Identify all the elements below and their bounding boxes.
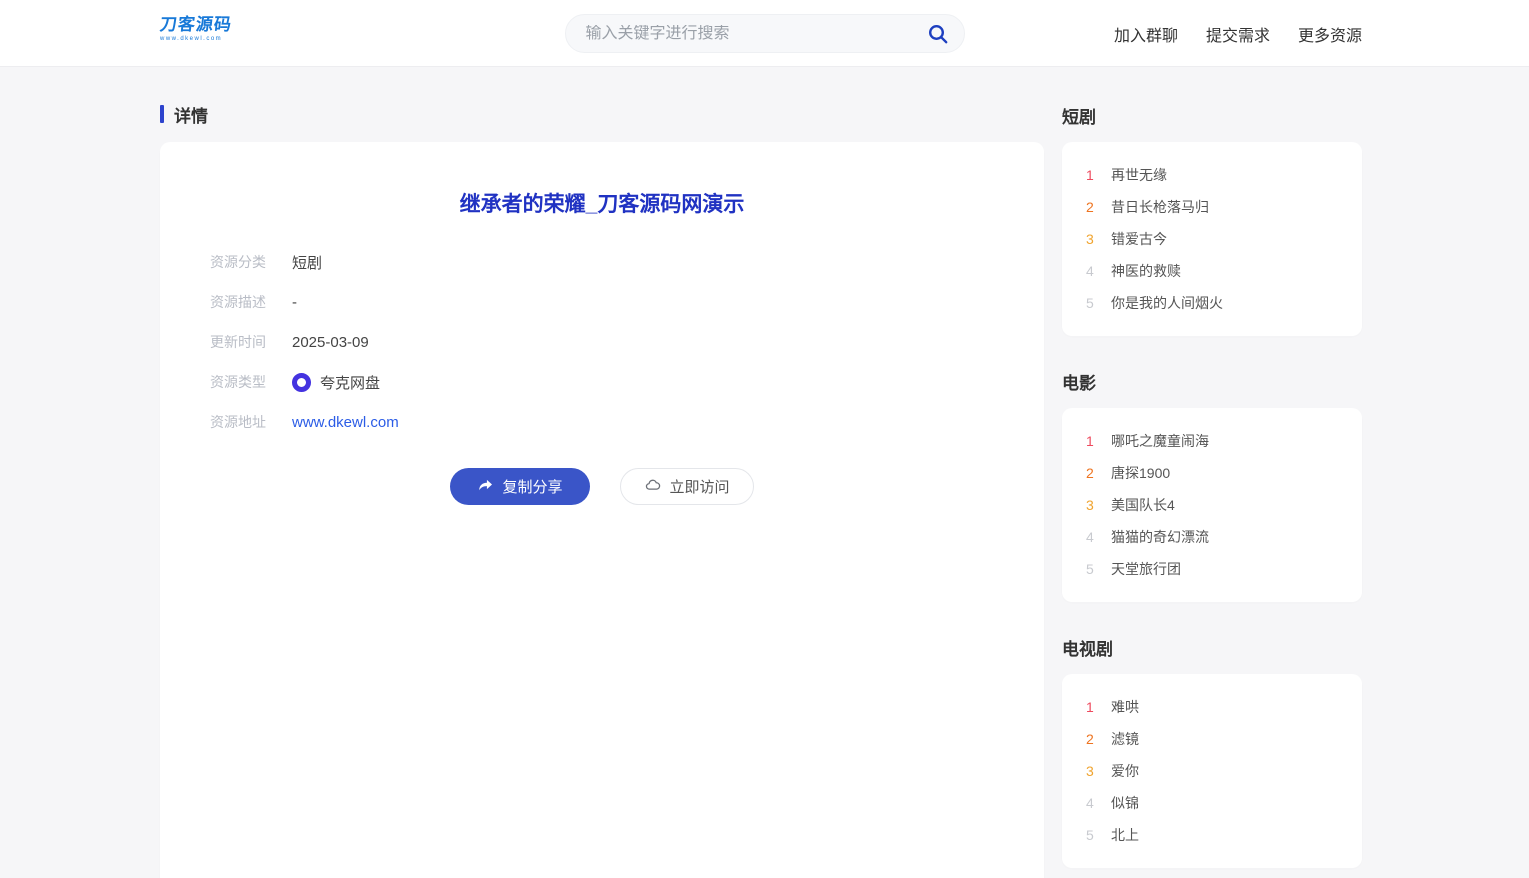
list-item-label: 再世无缘 [1111, 165, 1167, 185]
rank-badge: 5 [1086, 561, 1098, 577]
rank-badge: 1 [1086, 167, 1098, 183]
rank-badge: 3 [1086, 763, 1098, 779]
copy-share-label: 复制分享 [502, 476, 562, 497]
rank-badge: 4 [1086, 795, 1098, 811]
nav-submit-request[interactable]: 提交需求 [1206, 22, 1270, 46]
sidebar: 短剧 1 再世无缘 2 昔日长枪落马归 3 错爱古今 4 神医的救赎 [1062, 103, 1362, 878]
field-update-time: 更新时间 2025-03-09 [210, 322, 1044, 362]
list-item-label: 神医的救赎 [1111, 261, 1181, 281]
sidebar-title-short-drama: 短剧 [1062, 103, 1362, 125]
field-resource-url-label: 资源地址 [210, 412, 274, 432]
search-icon[interactable] [926, 22, 950, 46]
list-item[interactable]: 4 神医的救赎 [1086, 255, 1338, 287]
resource-title: 继承者的荣耀_刀客源码网演示 [160, 142, 1044, 218]
list-item[interactable]: 5 北上 [1086, 819, 1338, 851]
list-item[interactable]: 3 美国队长4 [1086, 489, 1338, 521]
site-logo[interactable]: 刀客源码 www.dkewl.com [160, 16, 232, 42]
rank-badge: 3 [1086, 231, 1098, 247]
search-input[interactable] [586, 25, 926, 43]
sidebar-title-movies: 电影 [1062, 369, 1362, 391]
field-description-value: - [292, 294, 297, 311]
rank-badge: 4 [1086, 529, 1098, 545]
list-item-label: 错爱古今 [1111, 229, 1167, 249]
list-item-label: 爱你 [1111, 761, 1139, 781]
nav-more-resources[interactable]: 更多资源 [1298, 22, 1362, 46]
rank-badge: 2 [1086, 465, 1098, 481]
list-item-label: 滤镜 [1111, 729, 1139, 749]
list-item[interactable]: 5 你是我的人间烟火 [1086, 287, 1338, 319]
list-item[interactable]: 4 似锦 [1086, 787, 1338, 819]
list-item[interactable]: 2 滤镜 [1086, 723, 1338, 755]
resource-type-text: 夸克网盘 [320, 372, 380, 393]
field-update-time-label: 更新时间 [210, 332, 274, 352]
list-item[interactable]: 2 唐探1900 [1086, 457, 1338, 489]
page-title: 详情 [174, 102, 208, 127]
rank-badge: 3 [1086, 497, 1098, 513]
search-bar [565, 14, 965, 53]
field-description: 资源描述 - [210, 282, 1044, 322]
field-category: 资源分类 短剧 [210, 242, 1044, 282]
detail-section-head: 详情 [160, 103, 1044, 125]
list-item[interactable]: 5 天堂旅行团 [1086, 553, 1338, 585]
list-item-label: 你是我的人间烟火 [1111, 293, 1223, 313]
visit-now-button[interactable]: 立即访问 [620, 468, 754, 505]
action-buttons: 复制分享 立即访问 [160, 468, 1044, 505]
field-resource-url: 资源地址 www.dkewl.com [210, 402, 1044, 442]
sidebar-section-short-drama: 短剧 1 再世无缘 2 昔日长枪落马归 3 错爱古今 4 神医的救赎 [1062, 103, 1362, 336]
sidebar-card-movies: 1 哪吒之魔童闹海 2 唐探1900 3 美国队长4 4 猫猫的奇幻漂流 5 [1062, 408, 1362, 602]
rank-badge: 2 [1086, 731, 1098, 747]
rank-badge: 5 [1086, 295, 1098, 311]
field-category-value: 短剧 [292, 252, 322, 273]
site-logo-title: 刀客源码 [159, 16, 233, 33]
list-item-label: 昔日长枪落马归 [1111, 197, 1209, 217]
list-item[interactable]: 4 猫猫的奇幻漂流 [1086, 521, 1338, 553]
detail-fields: 资源分类 短剧 资源描述 - 更新时间 2025-03-09 资源类型 夸克网盘 [160, 242, 1044, 442]
top-header: 刀客源码 www.dkewl.com 加入群聊 提交需求 更多资源 [0, 0, 1529, 67]
rank-badge: 2 [1086, 199, 1098, 215]
list-item[interactable]: 3 错爱古今 [1086, 223, 1338, 255]
detail-card: 继承者的荣耀_刀客源码网演示 资源分类 短剧 资源描述 - 更新时间 2025-… [160, 142, 1044, 878]
list-item-label: 难哄 [1111, 697, 1139, 717]
list-item-label: 哪吒之魔童闹海 [1111, 431, 1209, 451]
field-update-time-value: 2025-03-09 [292, 334, 369, 351]
share-icon [477, 476, 494, 497]
top-navigation: 加入群聊 提交需求 更多资源 [1114, 0, 1362, 67]
rank-badge: 5 [1086, 827, 1098, 843]
list-item[interactable]: 1 难哄 [1086, 691, 1338, 723]
list-item-label: 北上 [1111, 825, 1139, 845]
list-item-label: 美国队长4 [1111, 495, 1175, 515]
rank-badge: 1 [1086, 699, 1098, 715]
quark-drive-icon [292, 373, 311, 392]
rank-badge: 1 [1086, 433, 1098, 449]
list-item[interactable]: 2 昔日长枪落马归 [1086, 191, 1338, 223]
list-item[interactable]: 1 再世无缘 [1086, 159, 1338, 191]
resource-url-link[interactable]: www.dkewl.com [292, 414, 399, 431]
field-resource-type-label: 资源类型 [210, 372, 274, 392]
sidebar-section-tv-series: 电视剧 1 难哄 2 滤镜 3 爱你 4 似锦 [1062, 635, 1362, 868]
site-logo-subtitle: www.dkewl.com [160, 36, 232, 42]
list-item-label: 天堂旅行团 [1111, 559, 1181, 579]
visit-now-label: 立即访问 [670, 476, 730, 497]
page-content: 详情 继承者的荣耀_刀客源码网演示 资源分类 短剧 资源描述 - 更新时间 20… [160, 103, 1362, 878]
list-item-label: 唐探1900 [1111, 463, 1170, 483]
field-category-label: 资源分类 [210, 252, 274, 272]
sidebar-card-short-drama: 1 再世无缘 2 昔日长枪落马归 3 错爱古今 4 神医的救赎 5 你是我的 [1062, 142, 1362, 336]
list-item-label: 似锦 [1111, 793, 1139, 813]
field-description-label: 资源描述 [210, 292, 274, 312]
field-resource-type: 资源类型 夸克网盘 [210, 362, 1044, 402]
sidebar-title-tv-series: 电视剧 [1062, 635, 1362, 657]
list-item-label: 猫猫的奇幻漂流 [1111, 527, 1209, 547]
sidebar-section-movies: 电影 1 哪吒之魔童闹海 2 唐探1900 3 美国队长4 4 猫猫的奇幻漂流 [1062, 369, 1362, 602]
nav-join-group-chat[interactable]: 加入群聊 [1114, 22, 1178, 46]
list-item[interactable]: 3 爱你 [1086, 755, 1338, 787]
copy-share-button[interactable]: 复制分享 [450, 468, 589, 505]
sidebar-card-tv-series: 1 难哄 2 滤镜 3 爱你 4 似锦 5 北上 [1062, 674, 1362, 868]
rank-badge: 4 [1086, 263, 1098, 279]
cloud-icon [644, 476, 662, 498]
list-item[interactable]: 1 哪吒之魔童闹海 [1086, 425, 1338, 457]
section-accent-bar [160, 105, 164, 123]
field-resource-type-value: 夸克网盘 [292, 372, 380, 393]
main-column: 详情 继承者的荣耀_刀客源码网演示 资源分类 短剧 资源描述 - 更新时间 20… [160, 103, 1044, 878]
